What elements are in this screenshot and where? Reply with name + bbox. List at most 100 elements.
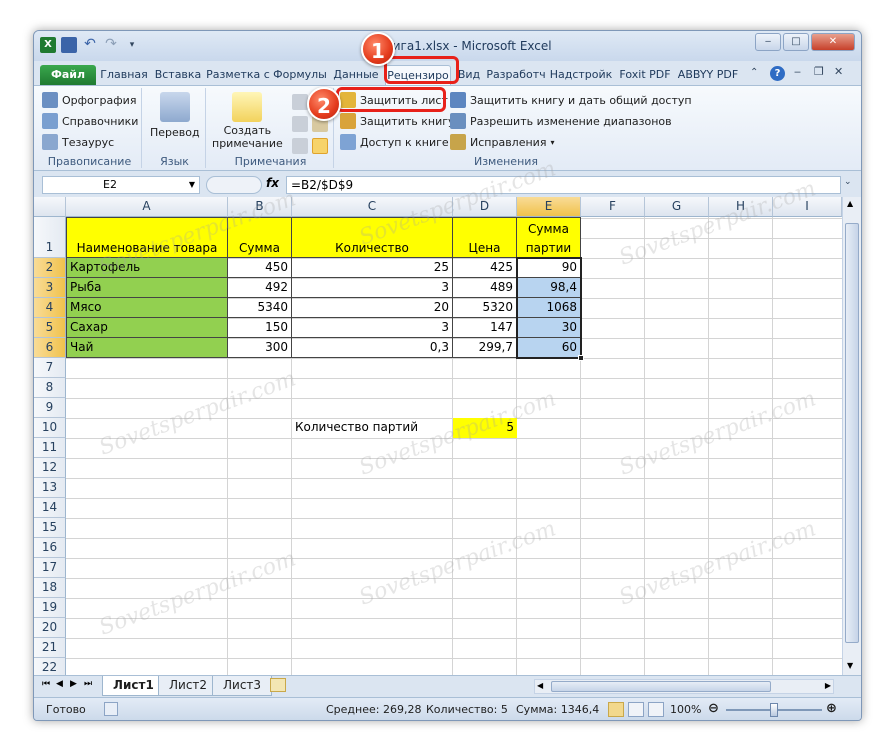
column-header-g[interactable]: G: [645, 197, 709, 217]
cell-a5[interactable]: Сахар: [66, 318, 228, 338]
row-header[interactable]: 11: [34, 438, 66, 458]
cell-b4[interactable]: 5340: [228, 298, 292, 318]
scroll-up-icon[interactable]: ▲: [847, 199, 853, 208]
row-header[interactable]: 3: [34, 278, 66, 298]
new-comment-button[interactable]: Создать примечание: [212, 92, 283, 150]
cell-c2[interactable]: 25: [292, 258, 453, 278]
sheet-nav-next-icon[interactable]: ▶: [70, 679, 77, 689]
track-changes-button[interactable]: Исправления ▾: [450, 134, 554, 150]
collapse-ribbon-icon[interactable]: ⌃: [750, 67, 758, 78]
row-header[interactable]: 8: [34, 378, 66, 398]
row-header[interactable]: 20: [34, 618, 66, 638]
row-header[interactable]: 7: [34, 358, 66, 378]
cell-c5[interactable]: 3: [292, 318, 453, 338]
workbook-restore-icon[interactable]: ❐: [814, 65, 824, 78]
page-layout-view-icon[interactable]: [628, 702, 644, 717]
sheet-tab-2[interactable]: Лист2: [158, 676, 219, 696]
zoom-slider[interactable]: [726, 703, 822, 717]
next-comment-icon[interactable]: [292, 138, 308, 154]
row-header[interactable]: 13: [34, 478, 66, 498]
tab-data[interactable]: Данные: [330, 65, 382, 85]
cell-b5[interactable]: 150: [228, 318, 292, 338]
cell-d1[interactable]: Цена: [453, 217, 517, 258]
delete-comment-icon[interactable]: [292, 94, 308, 110]
fill-handle[interactable]: [578, 355, 584, 361]
maximize-button[interactable]: □: [783, 33, 809, 51]
row-header[interactable]: 5: [34, 318, 66, 338]
zoom-slider-thumb[interactable]: [770, 703, 778, 717]
row-header[interactable]: 9: [34, 398, 66, 418]
select-all-corner[interactable]: [34, 197, 66, 217]
row-header[interactable]: 2: [34, 258, 66, 278]
name-box[interactable]: E2 ▼: [42, 176, 200, 194]
cell-d5[interactable]: 147: [453, 318, 517, 338]
vertical-scrollbar[interactable]: ▲ ▼: [842, 197, 861, 675]
cell-a6[interactable]: Чай: [66, 338, 228, 358]
protect-and-share-button[interactable]: Защитить книгу и дать общий доступ: [450, 92, 692, 108]
workbook-close-icon[interactable]: ✕: [834, 65, 843, 78]
customize-qat-icon[interactable]: ▾: [124, 37, 140, 53]
normal-view-icon[interactable]: [608, 702, 624, 717]
spelling-button[interactable]: Орфография: [42, 92, 136, 108]
scroll-down-icon[interactable]: ▼: [847, 661, 853, 670]
row-header[interactable]: 17: [34, 558, 66, 578]
sheet-nav-first-icon[interactable]: ⏮: [42, 679, 50, 689]
cell-d3[interactable]: 489: [453, 278, 517, 298]
column-header-e[interactable]: E: [517, 197, 581, 217]
minimize-button[interactable]: ‒: [755, 33, 781, 51]
row-header[interactable]: 15: [34, 518, 66, 538]
row-header[interactable]: 22: [34, 658, 66, 675]
name-box-dropdown-icon[interactable]: ▼: [189, 177, 195, 193]
tab-formulas[interactable]: Формулы: [272, 65, 328, 85]
redo-icon[interactable]: ↷: [103, 37, 119, 53]
horizontal-scrollbar[interactable]: ◀ ▶: [534, 679, 834, 694]
row-header[interactable]: 1: [34, 217, 66, 258]
tab-page-layout[interactable]: Разметка с: [206, 65, 270, 85]
cell-e1[interactable]: Сумма партии: [517, 217, 581, 258]
row-header[interactable]: 14: [34, 498, 66, 518]
close-button[interactable]: ✕: [811, 33, 855, 51]
cell-c4[interactable]: 20: [292, 298, 453, 318]
help-icon[interactable]: ?: [770, 66, 785, 81]
macro-record-icon[interactable]: [104, 702, 118, 716]
insert-function-icon[interactable]: fx: [266, 176, 279, 190]
zoom-in-icon[interactable]: ⊕: [826, 701, 837, 716]
row-header[interactable]: 4: [34, 298, 66, 318]
row-header[interactable]: 19: [34, 598, 66, 618]
research-button[interactable]: Справочники: [42, 113, 138, 129]
show-ink-icon[interactable]: [312, 138, 328, 154]
column-header-a[interactable]: A: [66, 197, 228, 217]
tab-addins[interactable]: Надстройк: [548, 65, 614, 85]
sheet-tab-1[interactable]: Лист1: [102, 676, 165, 696]
undo-icon[interactable]: ↶: [82, 37, 98, 53]
share-workbook-button[interactable]: Доступ к книге: [340, 134, 449, 150]
workbook-minimize-icon[interactable]: ‒: [794, 65, 801, 78]
cell-b2[interactable]: 450: [228, 258, 292, 278]
tab-foxit-pdf[interactable]: Foxit PDF: [616, 65, 674, 85]
row-header[interactable]: 6: [34, 338, 66, 358]
tab-home[interactable]: Главная: [98, 65, 150, 85]
tab-file[interactable]: Файл: [40, 65, 96, 85]
tab-abbyy-pdf[interactable]: ABBYY PDF: [676, 65, 740, 85]
cell-a3[interactable]: Рыба: [66, 278, 228, 298]
tab-insert[interactable]: Вставка: [152, 65, 204, 85]
new-sheet-icon[interactable]: [270, 678, 286, 692]
sheet-tab-3[interactable]: Лист3: [212, 676, 273, 696]
expand-formula-icon[interactable]: ⌄: [844, 177, 852, 187]
cell-c3[interactable]: 3: [292, 278, 453, 298]
column-header-f[interactable]: F: [581, 197, 645, 217]
scroll-right-icon[interactable]: ▶: [825, 681, 831, 690]
protect-workbook-button[interactable]: Защитить книгу: [340, 113, 455, 129]
row-header[interactable]: 12: [34, 458, 66, 478]
thesaurus-button[interactable]: Тезаурус: [42, 134, 114, 150]
save-icon[interactable]: [61, 37, 77, 53]
scroll-left-icon[interactable]: ◀: [537, 681, 543, 690]
translate-button[interactable]: Перевод: [150, 92, 200, 139]
sheet-nav-prev-icon[interactable]: ◀: [56, 679, 63, 689]
allow-edit-ranges-button[interactable]: Разрешить изменение диапазонов: [450, 113, 672, 129]
cell-d2[interactable]: 425: [453, 258, 517, 278]
cell-d4[interactable]: 5320: [453, 298, 517, 318]
cell-d6[interactable]: 299,7: [453, 338, 517, 358]
scroll-thumb[interactable]: [845, 223, 859, 643]
zoom-out-icon[interactable]: ⊖: [708, 701, 719, 716]
